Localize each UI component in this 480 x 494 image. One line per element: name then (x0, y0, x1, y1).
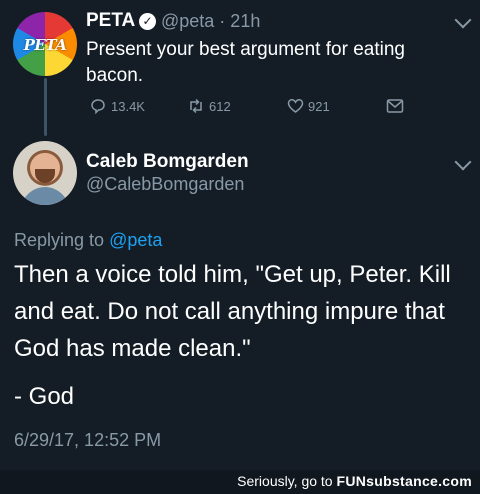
peta-author-name[interactable]: PETA (86, 10, 135, 32)
replying-to-handle-link[interactable]: @peta (109, 230, 162, 250)
watermark-prefix: Seriously, go to (237, 473, 337, 489)
tweet-timestamp[interactable]: 6/29/17, 12:52 PM (14, 430, 161, 451)
watermark-text: Seriously, go to FUNsubstance.com (237, 473, 472, 489)
peta-handle-time[interactable]: @peta · 21h (161, 11, 260, 32)
watermark-bar: Seriously, go to FUNsubstance.com (0, 470, 480, 494)
reply-count: 13.4K (111, 99, 145, 114)
retweet-count: 612 (209, 99, 231, 114)
replying-to-prefix: Replying to (14, 230, 110, 250)
retweet-icon[interactable] (187, 98, 205, 114)
avatar-beard (35, 169, 55, 183)
peta-logo: PETA (23, 36, 67, 54)
watermark-brand: FUNsubstance.com (336, 473, 472, 489)
caleb-handle[interactable]: @CalebBomgarden (86, 174, 244, 195)
caleb-avatar[interactable] (13, 141, 77, 205)
chevron-down-icon[interactable] (454, 11, 472, 29)
caleb-tweet-text: Then a voice told him, "Get up, Peter. K… (14, 261, 451, 362)
replying-to: Replying to @peta (14, 230, 162, 251)
like-icon[interactable] (287, 98, 304, 114)
caleb-author-name[interactable]: Caleb Bomgarden (86, 151, 249, 173)
thread-line (44, 78, 47, 136)
verified-badge-icon: ✓ (139, 13, 156, 30)
avatar-shirt (21, 187, 69, 205)
chevron-down-icon-2[interactable] (454, 153, 472, 171)
tweet-actions: 13.4K 612 921 (86, 97, 416, 117)
like-count: 921 (308, 99, 330, 114)
caleb-tweet-signature: - God (14, 383, 75, 410)
direct-message-icon[interactable] (386, 98, 404, 114)
peta-avatar[interactable]: PETA (13, 12, 77, 76)
reply-icon[interactable] (90, 98, 106, 114)
peta-tweet-text: Present your best argument for eating ba… (86, 39, 405, 86)
